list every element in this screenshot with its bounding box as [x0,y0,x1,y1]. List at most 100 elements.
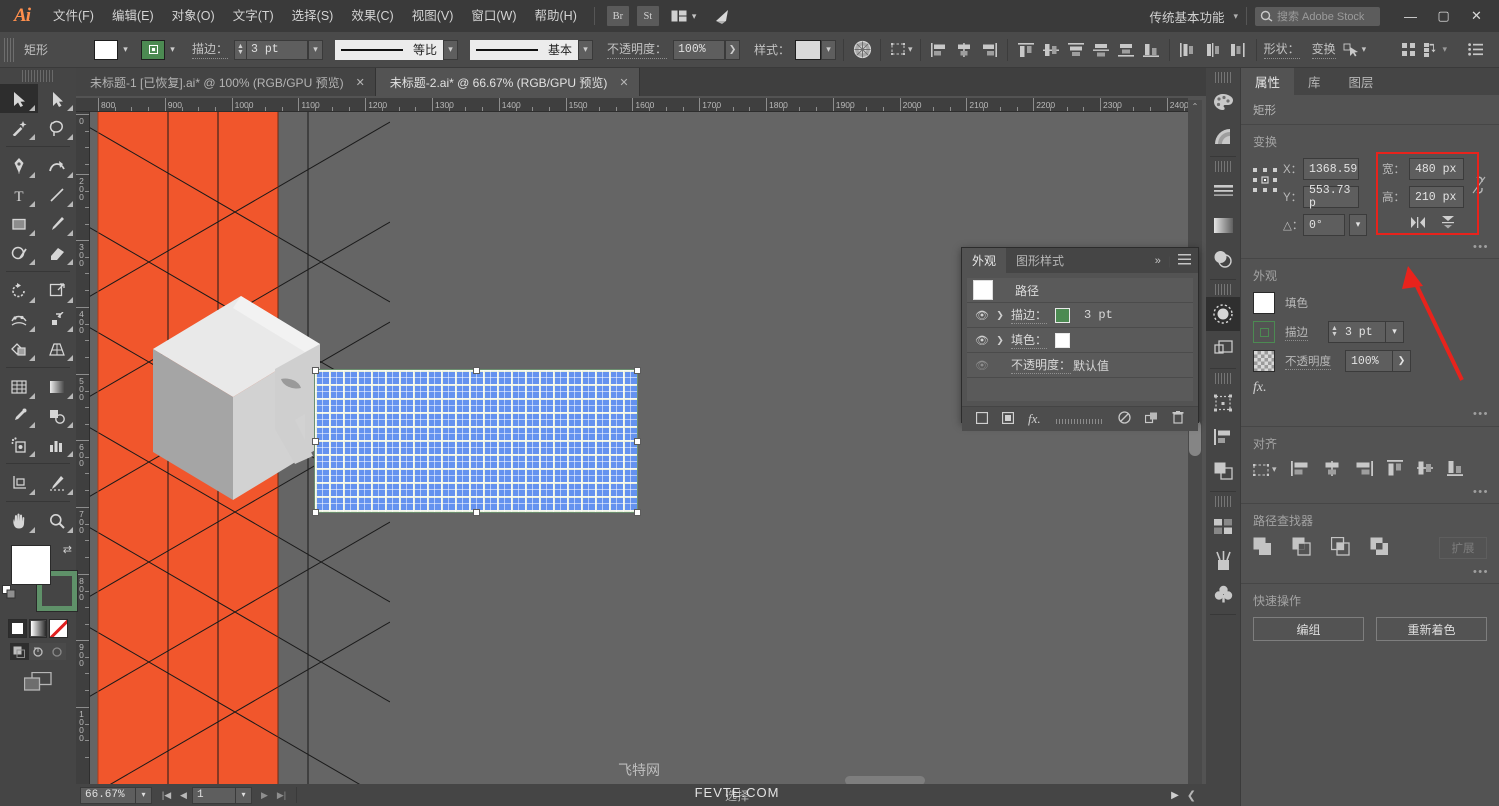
visibility-eye-icon[interactable]: 👁 [971,359,993,372]
anchor-point-icon[interactable] [1341,39,1363,61]
selection-handle[interactable] [311,508,319,516]
blend-tool[interactable] [38,401,76,430]
clear-appearance-icon[interactable] [1118,411,1131,427]
recolor-button[interactable]: 重新着色 [1376,617,1487,641]
style-chevron-down-icon[interactable]: ▾ [821,39,837,60]
x-input[interactable]: 1368.59 [1303,158,1359,180]
artboards-panel-icon[interactable] [1206,386,1240,420]
scale-tool[interactable] [38,276,76,305]
artboard-number-input[interactable]: 1 [192,786,236,804]
menu-item-6[interactable]: 视图(V) [403,0,463,32]
angle-chevron-down-icon[interactable]: ▾ [1349,214,1367,236]
selection-handle[interactable] [633,366,641,374]
control-bar-grip[interactable] [4,37,14,62]
menu-item-3[interactable]: 文字(T) [224,0,283,32]
minimize-button[interactable]: — [1394,0,1427,32]
brush-libraries-panel-icon[interactable] [1206,543,1240,577]
brush-definition-select[interactable]: 基本 [470,39,579,60]
appearance-opacity-expand-icon[interactable]: ❯ [1393,350,1411,372]
dock-grip[interactable] [1215,72,1231,83]
workspace-switcher[interactable]: 传统基本功能 [1145,7,1228,26]
last-artboard-icon[interactable]: ▶| [273,786,290,804]
dock-grip-5[interactable] [1215,496,1231,507]
align-more-options[interactable]: ••• [1473,486,1489,498]
panel-menu-icon[interactable] [1178,253,1191,268]
menu-item-8[interactable]: 帮助(H) [526,0,586,32]
zoom-chevron-down-icon[interactable]: ▾ [136,786,152,804]
align-middle-v-icon[interactable] [1416,460,1433,479]
close-button[interactable]: ✕ [1460,0,1493,32]
stroke-panel-icon[interactable] [1206,174,1240,208]
rectangle-tool[interactable] [0,209,38,238]
duplicate-item-icon[interactable] [1144,412,1158,427]
appearance-stroke-swatch[interactable] [1253,321,1275,343]
stroke-weight-chevron-down-icon[interactable]: ▾ [308,39,324,60]
bridge-button[interactable]: Br [606,6,629,26]
width-tool[interactable] [0,305,38,334]
stroke-row[interactable]: 👁 ❯ 描边： 3 pt [967,303,1193,328]
magic-wand-tool[interactable] [0,113,38,142]
default-fill-stroke-icon[interactable] [2,585,17,603]
next-artboard-icon[interactable]: ▶ [256,786,273,804]
selection-tool[interactable] [0,84,38,113]
close-tab-icon[interactable]: ✕ [356,76,365,89]
shape-builder-tool[interactable] [0,334,38,363]
stroke-profile-chevron-down-icon[interactable]: ▾ [443,39,459,60]
maximize-button[interactable]: ▢ [1427,0,1460,32]
add-new-stroke-icon[interactable] [975,411,989,427]
transform-label[interactable]: 变换 [1311,40,1336,59]
discover-icon[interactable] [706,0,739,32]
pathfinder-more-options[interactable]: ••• [1473,566,1489,578]
appearance-opacity-swatch[interactable] [1253,350,1275,372]
shaper-tool[interactable] [0,238,38,267]
slice-tool[interactable] [38,468,76,497]
distribute-middle-icon[interactable] [1090,39,1112,61]
menu-item-7[interactable]: 窗口(W) [462,0,525,32]
menu-item-0[interactable]: 文件(F) [44,0,103,32]
appearance-stroke-label[interactable]: 描边 [1285,324,1308,341]
arrange-chevron-down-icon-2[interactable]: ▾ [1442,44,1447,55]
gradient-swatch-mode[interactable] [28,619,48,638]
distribute-h-center-icon[interactable] [1202,39,1224,61]
symbol-libraries-panel-icon[interactable] [1206,577,1240,611]
align-to-selection-icon[interactable]: ▾ [1253,463,1277,477]
draw-inside-icon[interactable] [47,643,67,660]
eraser-tool[interactable] [38,238,76,267]
none-swatch-mode[interactable] [49,619,69,638]
selection-handle[interactable] [311,366,319,374]
zoom-tool[interactable] [38,506,76,535]
dock-grip-4[interactable] [1215,373,1231,384]
hand-tool[interactable] [0,506,38,535]
appearance-stroke-weight-input[interactable]: 3 pt [1340,321,1386,343]
distribute-top-icon[interactable] [1065,39,1087,61]
free-transform-tool[interactable] [38,305,76,334]
swap-fill-stroke-icon[interactable]: ⇄ [63,543,72,556]
draw-behind-icon[interactable] [28,643,48,660]
scroll-up-button[interactable]: ⌃ [1188,100,1202,112]
align-top-icon[interactable] [1015,39,1037,61]
color-swatch-mode[interactable] [8,619,27,638]
y-input[interactable]: 553.73 p [1303,184,1359,210]
status-play-icon[interactable]: ▶ [1171,790,1179,801]
dock-grip-2[interactable] [1215,161,1231,172]
document-tab-1[interactable]: 未标题-2.ai* @ 66.67% (RGB/GPU 预览) ✕ [375,68,640,96]
properties-tab-2[interactable]: 图层 [1335,68,1388,95]
fill-chevron-down-icon[interactable]: ▾ [118,39,133,60]
stock-search-input[interactable]: 搜索 Adobe Stock [1255,6,1380,26]
column-graph-tool[interactable] [38,430,76,459]
appearance-stroke-chevron-down-icon[interactable]: ▾ [1386,321,1404,343]
align-center-h-icon[interactable] [1323,460,1341,479]
distribute-h-left-icon[interactable] [1177,39,1199,61]
appearance-stroke-stepper[interactable]: ▲ ▼ [1328,321,1340,343]
align-bottom-icon[interactable] [1446,460,1463,479]
mesh-tool[interactable] [0,372,38,401]
appearance-fill-swatch[interactable] [1253,292,1275,314]
double-chevron-right-icon[interactable]: » [1155,255,1161,267]
line-segment-tool[interactable] [38,180,76,209]
stroke-profile-select[interactable]: 等比 [335,39,444,60]
menu-item-1[interactable]: 编辑(E) [103,0,163,32]
transparency-panel-icon[interactable] [1206,242,1240,276]
swatches-panel-icon[interactable] [1206,509,1240,543]
transform-chevron-down-icon[interactable]: ▾ [1362,44,1367,55]
appearance-row-swatch[interactable] [1055,332,1071,348]
